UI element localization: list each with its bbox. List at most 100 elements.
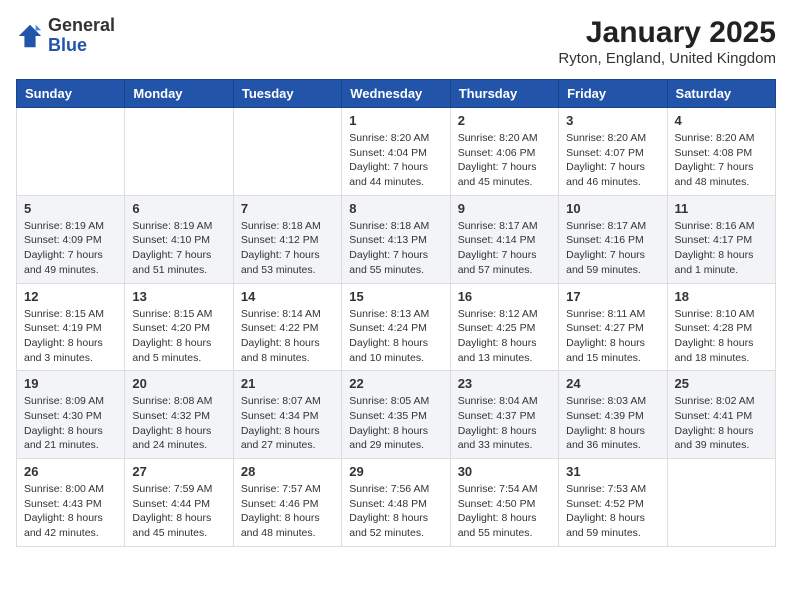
day-header-wednesday: Wednesday: [342, 80, 450, 108]
calendar-cell: 13 Sunrise: 8:15 AMSunset: 4:20 PMDayligh…: [125, 283, 233, 371]
calendar-cell: 18Sunrise: 8:10 AMSunset: 4:28 PMDayligh…: [667, 283, 775, 371]
calendar-cell: 1 Sunrise: 8:20 AMSunset: 4:04 PMDaylight…: [342, 108, 450, 196]
day-number: 17: [566, 289, 659, 304]
calendar-cell: 12 Sunrise: 8:15 AMSunset: 4:19 PMDayligh…: [17, 283, 125, 371]
cell-sun-info: Sunrise: 8:15 AMSunset: 4:20 PMDaylight:…: [132, 307, 225, 366]
logo: General Blue: [16, 16, 115, 56]
calendar-cell: [667, 459, 775, 547]
cell-sun-info: Sunrise: 7:57 AMSunset: 4:46 PMDaylight:…: [241, 482, 334, 541]
cell-sun-info: Sunrise: 7:56 AMSunset: 4:48 PMDaylight:…: [349, 482, 442, 541]
calendar-cell: 27Sunrise: 7:59 AMSunset: 4:44 PMDayligh…: [125, 459, 233, 547]
day-number: 13: [132, 289, 225, 304]
calendar-cell: 29 Sunrise: 7:56 AMSunset: 4:48 PMDayligh…: [342, 459, 450, 547]
calendar-week-4: 19Sunrise: 8:09 AMSunset: 4:30 PMDayligh…: [17, 371, 776, 459]
calendar-cell: 15 Sunrise: 8:13 AMSunset: 4:24 PMDayligh…: [342, 283, 450, 371]
day-number: 21: [241, 376, 334, 391]
cell-sun-info: Sunrise: 8:17 AMSunset: 4:14 PMDaylight:…: [458, 219, 551, 278]
cell-sun-info: Sunrise: 8:20 AMSunset: 4:07 PMDaylight:…: [566, 131, 659, 190]
day-number: 25: [675, 376, 768, 391]
calendar-cell: 8 Sunrise: 8:18 AMSunset: 4:13 PMDaylight…: [342, 195, 450, 283]
calendar-cell: 5 Sunrise: 8:19 AMSunset: 4:09 PMDaylight…: [17, 195, 125, 283]
cell-sun-info: Sunrise: 8:20 AMSunset: 4:08 PMDaylight:…: [675, 131, 768, 190]
day-number: 11: [675, 201, 768, 216]
cell-sun-info: Sunrise: 8:19 AMSunset: 4:09 PMDaylight:…: [24, 219, 117, 278]
cell-sun-info: Sunrise: 8:18 AMSunset: 4:13 PMDaylight:…: [349, 219, 442, 278]
day-number: 10: [566, 201, 659, 216]
day-number: 26: [24, 464, 117, 479]
day-number: 12: [24, 289, 117, 304]
cell-sun-info: Sunrise: 8:12 AMSunset: 4:25 PMDaylight:…: [458, 307, 551, 366]
day-number: 31: [566, 464, 659, 479]
day-number: 8: [349, 201, 442, 216]
calendar-week-1: 1 Sunrise: 8:20 AMSunset: 4:04 PMDaylight…: [17, 108, 776, 196]
cell-sun-info: Sunrise: 7:59 AMSunset: 4:44 PMDaylight:…: [132, 482, 225, 541]
calendar-cell: 23 Sunrise: 8:04 AMSunset: 4:37 PMDayligh…: [450, 371, 558, 459]
cell-sun-info: Sunrise: 8:14 AMSunset: 4:22 PMDaylight:…: [241, 307, 334, 366]
day-number: 16: [458, 289, 551, 304]
cell-sun-info: Sunrise: 8:20 AMSunset: 4:06 PMDaylight:…: [458, 131, 551, 190]
day-number: 2: [458, 113, 551, 128]
cell-sun-info: Sunrise: 8:02 AMSunset: 4:41 PMDaylight:…: [675, 394, 768, 453]
cell-sun-info: Sunrise: 8:19 AMSunset: 4:10 PMDaylight:…: [132, 219, 225, 278]
day-header-sunday: Sunday: [17, 80, 125, 108]
day-number: 29: [349, 464, 442, 479]
page-header: General Blue January 2025 Ryton, England…: [16, 16, 776, 67]
day-header-monday: Monday: [125, 80, 233, 108]
cell-sun-info: Sunrise: 8:09 AMSunset: 4:30 PMDaylight:…: [24, 394, 117, 453]
day-number: 23: [458, 376, 551, 391]
calendar-cell: 10 Sunrise: 8:17 AMSunset: 4:16 PMDayligh…: [559, 195, 667, 283]
calendar-table: SundayMondayTuesdayWednesdayThursdayFrid…: [16, 79, 776, 547]
cell-sun-info: Sunrise: 8:03 AMSunset: 4:39 PMDaylight:…: [566, 394, 659, 453]
calendar-cell: 14 Sunrise: 8:14 AMSunset: 4:22 PMDayligh…: [233, 283, 341, 371]
calendar-cell: 4 Sunrise: 8:20 AMSunset: 4:08 PMDaylight…: [667, 108, 775, 196]
day-number: 30: [458, 464, 551, 479]
cell-sun-info: Sunrise: 7:54 AMSunset: 4:50 PMDaylight:…: [458, 482, 551, 541]
day-number: 24: [566, 376, 659, 391]
day-header-saturday: Saturday: [667, 80, 775, 108]
day-number: 5: [24, 201, 117, 216]
calendar-cell: [125, 108, 233, 196]
cell-sun-info: Sunrise: 8:20 AMSunset: 4:04 PMDaylight:…: [349, 131, 442, 190]
cell-sun-info: Sunrise: 8:17 AMSunset: 4:16 PMDaylight:…: [566, 219, 659, 278]
calendar-cell: 17Sunrise: 8:11 AMSunset: 4:27 PMDayligh…: [559, 283, 667, 371]
calendar-cell: 30 Sunrise: 7:54 AMSunset: 4:50 PMDayligh…: [450, 459, 558, 547]
logo-icon: [16, 22, 44, 50]
calendar-week-5: 26 Sunrise: 8:00 AMSunset: 4:43 PMDayligh…: [17, 459, 776, 547]
cell-sun-info: Sunrise: 7:53 AMSunset: 4:52 PMDaylight:…: [566, 482, 659, 541]
month-title: January 2025: [558, 16, 776, 50]
cell-sun-info: Sunrise: 8:10 AMSunset: 4:28 PMDaylight:…: [675, 307, 768, 366]
calendar-cell: 21 Sunrise: 8:07 AMSunset: 4:34 PMDayligh…: [233, 371, 341, 459]
calendar-cell: 3 Sunrise: 8:20 AMSunset: 4:07 PMDaylight…: [559, 108, 667, 196]
cell-sun-info: Sunrise: 8:13 AMSunset: 4:24 PMDaylight:…: [349, 307, 442, 366]
day-header-thursday: Thursday: [450, 80, 558, 108]
calendar-cell: 9Sunrise: 8:17 AMSunset: 4:14 PMDaylight…: [450, 195, 558, 283]
day-number: 28: [241, 464, 334, 479]
calendar-cell: 26 Sunrise: 8:00 AMSunset: 4:43 PMDayligh…: [17, 459, 125, 547]
calendar-cell: 22Sunrise: 8:05 AMSunset: 4:35 PMDayligh…: [342, 371, 450, 459]
logo-text: General Blue: [48, 16, 115, 56]
calendar-cell: 20Sunrise: 8:08 AMSunset: 4:32 PMDayligh…: [125, 371, 233, 459]
day-number: 15: [349, 289, 442, 304]
location: Ryton, England, United Kingdom: [558, 50, 776, 67]
day-header-tuesday: Tuesday: [233, 80, 341, 108]
day-number: 6: [132, 201, 225, 216]
day-number: 20: [132, 376, 225, 391]
day-number: 3: [566, 113, 659, 128]
cell-sun-info: Sunrise: 8:04 AMSunset: 4:37 PMDaylight:…: [458, 394, 551, 453]
cell-sun-info: Sunrise: 8:15 AMSunset: 4:19 PMDaylight:…: [24, 307, 117, 366]
calendar-cell: 6 Sunrise: 8:19 AMSunset: 4:10 PMDaylight…: [125, 195, 233, 283]
calendar-week-2: 5 Sunrise: 8:19 AMSunset: 4:09 PMDaylight…: [17, 195, 776, 283]
cell-sun-info: Sunrise: 8:00 AMSunset: 4:43 PMDaylight:…: [24, 482, 117, 541]
calendar-cell: [17, 108, 125, 196]
cell-sun-info: Sunrise: 8:07 AMSunset: 4:34 PMDaylight:…: [241, 394, 334, 453]
calendar-cell: 28 Sunrise: 7:57 AMSunset: 4:46 PMDayligh…: [233, 459, 341, 547]
day-number: 1: [349, 113, 442, 128]
calendar-cell: 31 Sunrise: 7:53 AMSunset: 4:52 PMDayligh…: [559, 459, 667, 547]
day-number: 14: [241, 289, 334, 304]
title-section: January 2025 Ryton, England, United King…: [558, 16, 776, 67]
days-header-row: SundayMondayTuesdayWednesdayThursdayFrid…: [17, 80, 776, 108]
calendar-cell: 24 Sunrise: 8:03 AMSunset: 4:39 PMDayligh…: [559, 371, 667, 459]
day-header-friday: Friday: [559, 80, 667, 108]
day-number: 4: [675, 113, 768, 128]
calendar-cell: 2 Sunrise: 8:20 AMSunset: 4:06 PMDaylight…: [450, 108, 558, 196]
